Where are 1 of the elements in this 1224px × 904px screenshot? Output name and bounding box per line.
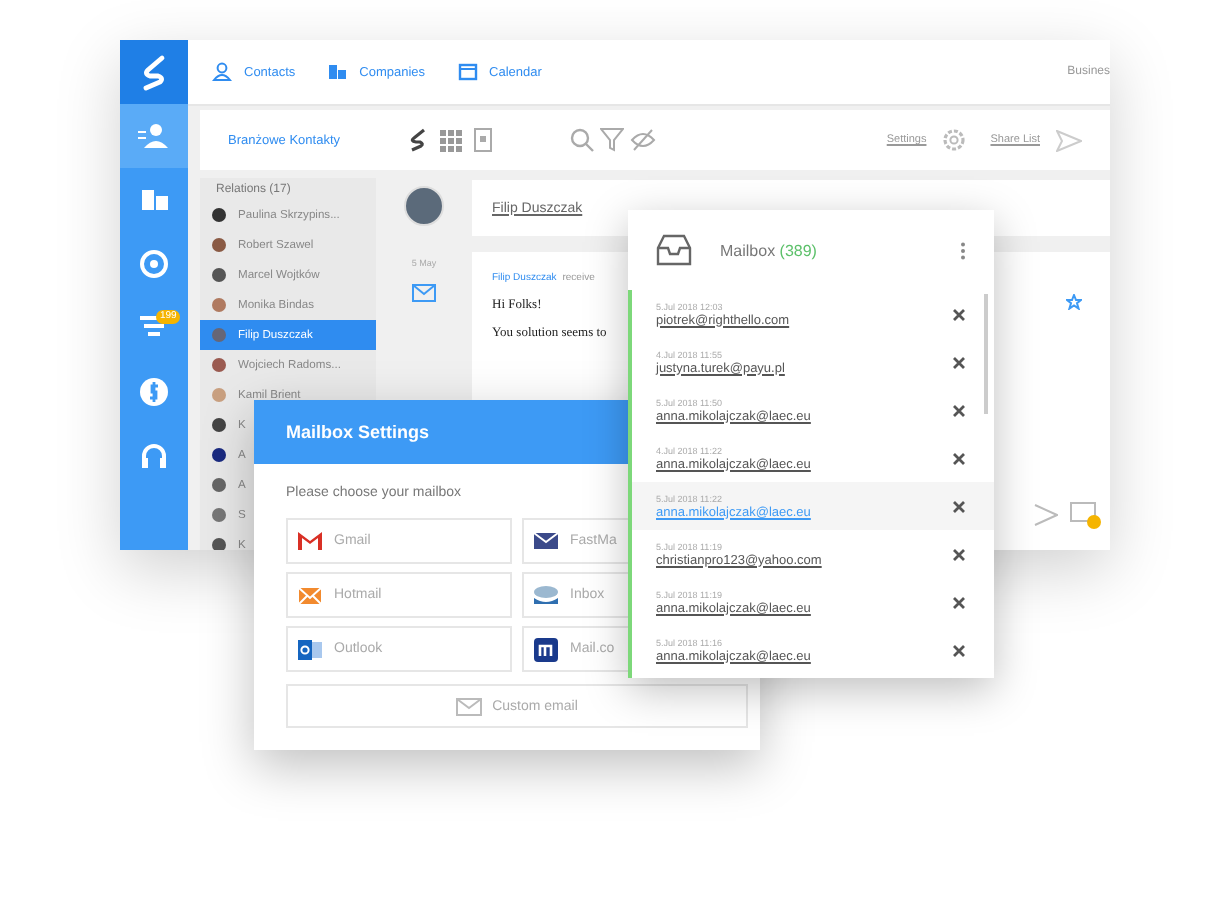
panel-title: Mailbox (389) <box>720 241 817 259</box>
